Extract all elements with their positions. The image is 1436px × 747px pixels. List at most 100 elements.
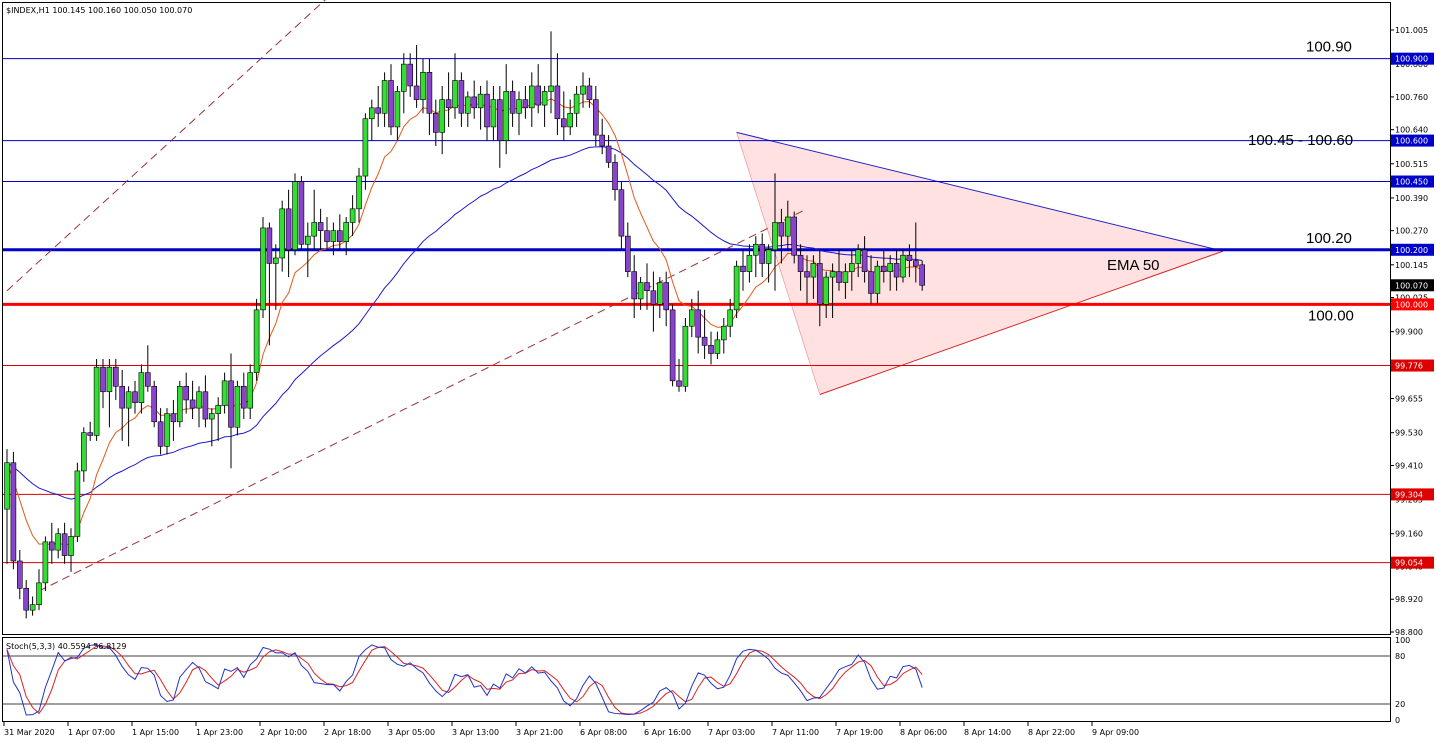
- candle-body-29: [189, 399, 196, 409]
- candle-23: [151, 380, 157, 428]
- candle-body-26: [170, 413, 177, 423]
- candle-body-142: [912, 260, 919, 267]
- candle-36: [234, 380, 241, 436]
- candle-body-124: [797, 254, 804, 272]
- candle-body-58: [375, 107, 382, 114]
- candle-body-32: [209, 413, 215, 420]
- candle-body-139: [893, 263, 900, 278]
- x-tick-label-0: 31 Mar 2020: [4, 728, 55, 737]
- candle-body-11: [74, 470, 81, 537]
- candle-body-16: [106, 366, 113, 393]
- candle-body-13: [87, 432, 93, 436]
- candle-body-80: [516, 99, 522, 114]
- candle-body-10: [68, 536, 74, 556]
- x-tick-label-6: 3 Apr 05:00: [388, 728, 435, 737]
- candle-body-49: [317, 222, 324, 231]
- candle-body-143: [919, 264, 926, 286]
- candle-body-92: [592, 99, 599, 136]
- x-tick-label-17: 9 Apr 09:00: [1092, 728, 1139, 737]
- candle-body-128: [823, 276, 830, 305]
- candle-body-97: [624, 235, 631, 272]
- chart-window: 101.005100.880100.760100.640100.515100.3…: [0, 0, 1436, 743]
- level-price-label-4: 100.000: [1395, 300, 1428, 309]
- candle-body-100: [644, 282, 650, 292]
- candle-body-105: [676, 380, 682, 387]
- candle-body-78: [503, 91, 510, 141]
- annotation-3: 100.00: [1308, 307, 1354, 324]
- candle-body-54: [349, 208, 356, 223]
- level-price-label-7: 99.054: [1395, 559, 1423, 568]
- candle-body-113: [727, 309, 734, 327]
- candle-body-117: [752, 244, 759, 256]
- candle-body-37: [241, 385, 247, 409]
- candle-body-86: [554, 85, 561, 120]
- candle-body-131: [842, 271, 849, 283]
- candle-body-50: [324, 230, 330, 242]
- chart-svg[interactable]: 101.005100.880100.760100.640100.515100.3…: [0, 0, 1436, 743]
- y-tick-label-2: 100.760: [1395, 93, 1428, 102]
- candle-body-67: [432, 112, 439, 133]
- x-tick-label-4: 2 Apr 10:00: [260, 728, 307, 737]
- candle-body-137: [880, 265, 887, 272]
- candle-body-35: [228, 380, 234, 428]
- candle-body-66: [426, 72, 433, 114]
- y-tick-label-7: 100.145: [1395, 261, 1428, 270]
- candle-body-75: [484, 93, 490, 128]
- candle-body-112: [720, 325, 727, 341]
- y-tick-label-11: 99.655: [1395, 395, 1423, 404]
- candle-body-31: [202, 391, 209, 420]
- candle-body-47: [304, 235, 311, 245]
- candle-body-15: [100, 366, 106, 393]
- candle-body-28: [183, 385, 189, 401]
- candle-body-115: [740, 265, 746, 272]
- candle-body-60: [388, 80, 394, 128]
- candle-14: [93, 358, 100, 441]
- candle-body-93: [599, 134, 606, 147]
- candle-body-25: [164, 413, 170, 447]
- candle-body-3: [23, 588, 30, 611]
- candle-body-20: [132, 391, 138, 403]
- candle-body-82: [528, 85, 535, 109]
- candle-body-136: [874, 265, 881, 294]
- candle-body-27: [177, 385, 183, 423]
- candle-body-64: [413, 85, 420, 100]
- candle-body-71: [458, 80, 465, 114]
- candle-body-57: [368, 107, 375, 120]
- level-price-label-5: 99.776: [1395, 362, 1423, 371]
- y-tick-label-3: 100.640: [1395, 126, 1428, 135]
- candle-104: [669, 304, 676, 387]
- x-tick-label-11: 7 Apr 03:00: [708, 728, 755, 737]
- candle-body-98: [631, 271, 638, 300]
- candle-body-63: [407, 63, 414, 87]
- candle-body-104: [669, 309, 676, 382]
- candle-body-55: [356, 175, 362, 210]
- candle-body-114: [733, 265, 740, 311]
- stoch-level-label-2: 20: [1395, 700, 1405, 709]
- y-tick-label-15: 99.160: [1395, 530, 1423, 539]
- candle-body-22: [145, 372, 151, 387]
- y-tick-label-12: 99.530: [1395, 429, 1423, 438]
- candle-body-62: [400, 63, 407, 92]
- candle-body-18: [119, 385, 125, 409]
- candle-1: [10, 451, 17, 570]
- candle-body-91: [586, 85, 593, 100]
- y-tick-label-6: 100.270: [1395, 227, 1428, 236]
- candle-body-17: [113, 366, 119, 387]
- candle-body-88: [567, 112, 574, 128]
- candle-body-120: [772, 222, 778, 251]
- annotation-0: 100.90: [1306, 39, 1352, 56]
- candle-body-81: [522, 99, 529, 109]
- candle-body-123: [791, 216, 798, 256]
- candle-body-116: [746, 254, 753, 272]
- candle-27: [177, 380, 183, 428]
- candle-body-5: [36, 582, 42, 605]
- candle-body-127: [816, 263, 823, 305]
- candle-body-36: [234, 385, 241, 428]
- candle-body-33: [215, 405, 221, 414]
- candle-body-110: [708, 345, 714, 354]
- candle-114: [733, 260, 740, 319]
- stoch-label: Stoch(5,3,3) 40.5594 56.8129: [6, 642, 126, 651]
- candle-body-9: [61, 533, 68, 556]
- candle-body-132: [848, 263, 855, 272]
- x-tick-label-14: 8 Apr 06:00: [900, 728, 947, 737]
